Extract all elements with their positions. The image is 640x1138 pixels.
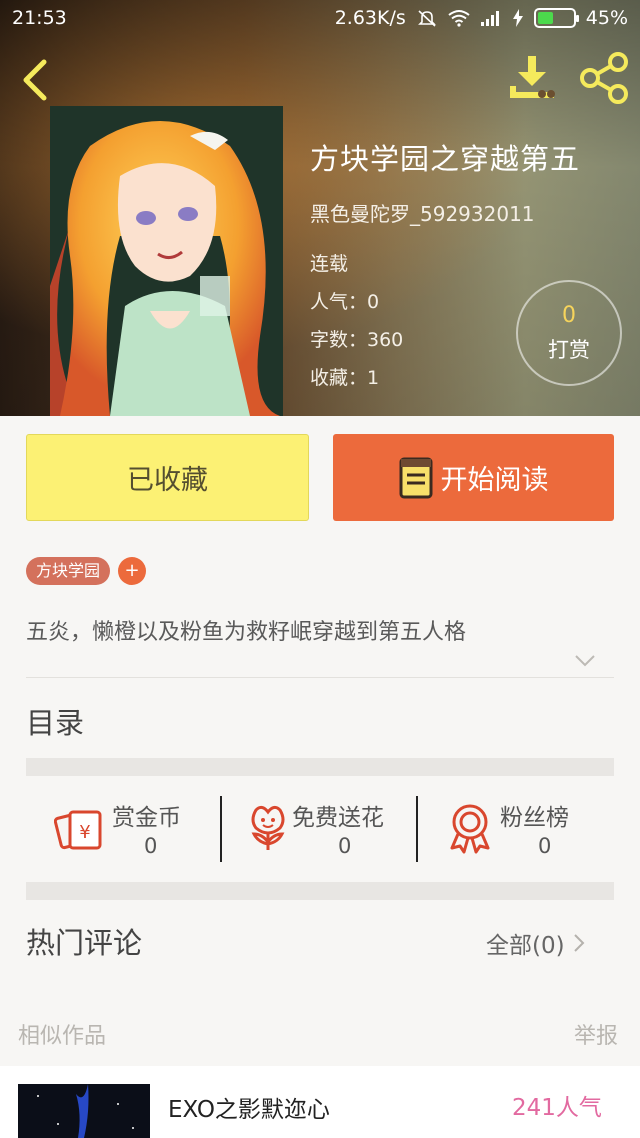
- signal-icon: [480, 11, 499, 26]
- mute-bell-icon: [417, 10, 436, 27]
- book-status: 连载: [310, 253, 349, 275]
- similar-cover-illustration: [18, 1084, 150, 1138]
- collected-button[interactable]: 已收藏: [26, 434, 309, 521]
- divider: [26, 677, 614, 678]
- chevron-right-icon: [573, 934, 585, 952]
- download-icon[interactable]: [506, 52, 558, 102]
- reward-stats: ¥ 赏金币 0 免费送花 0 粉丝榜 0: [26, 794, 614, 862]
- book-hero-header: 21:53 2.63K/s 45% 方块学园之穿越第五 黑色曼陀罗_592932…: [0, 0, 640, 416]
- stat-coins[interactable]: ¥ 赏金币 0: [26, 794, 222, 862]
- stat-fans[interactable]: 粉丝榜 0: [418, 794, 614, 862]
- chevron-down-icon[interactable]: [574, 654, 596, 668]
- start-reading-label: 开始阅读: [440, 465, 549, 496]
- ribbon-award-icon: [450, 804, 490, 854]
- charging-icon: [512, 9, 523, 27]
- all-comments-label: 全部(0): [486, 933, 565, 959]
- start-reading-button[interactable]: 开始阅读: [333, 434, 614, 521]
- wifi-icon: [448, 10, 470, 27]
- report-button[interactable]: 举报: [574, 1018, 618, 1050]
- back-arrow-icon[interactable]: [14, 54, 54, 102]
- section-separator: [26, 882, 614, 900]
- all-comments-link[interactable]: 全部(0): [486, 926, 585, 960]
- similar-work-title: EXO之影默迩心: [168, 1097, 330, 1123]
- similar-works-title: 相似作品: [18, 1024, 107, 1049]
- stat-flowers-label: 免费送花: [292, 805, 384, 831]
- book-author[interactable]: 黑色曼陀罗_592932011: [310, 198, 580, 227]
- tip-count: 0: [562, 303, 576, 328]
- book-title: 方块学园之穿越第五: [310, 142, 581, 176]
- stat-flowers[interactable]: 免费送花 0: [222, 794, 418, 862]
- stat-fans-label: 粉丝榜: [500, 805, 569, 831]
- section-separator: [26, 758, 614, 776]
- book-synopsis: 五炎，懒橙以及粉鱼为救籽岷穿越到第五人格: [26, 620, 467, 645]
- book-icon: [399, 457, 432, 498]
- stat-coins-label: 赏金币: [112, 805, 181, 831]
- tip-label: 打赏: [548, 338, 590, 362]
- status-bar: 21:53 2.63K/s 45%: [0, 0, 640, 36]
- battery-icon: [533, 8, 579, 28]
- network-speed: 2.63K/s: [334, 7, 406, 29]
- stat-coins-value: 0: [144, 834, 158, 858]
- book-cover-image[interactable]: [50, 106, 283, 416]
- hot-comments-title: 热门评论: [26, 926, 143, 960]
- collected-label: 已收藏: [127, 465, 208, 496]
- similar-work-item[interactable]: EXO之影默迩心 241人气: [0, 1066, 640, 1138]
- tag-list: 方块学园 +: [26, 557, 147, 585]
- share-icon[interactable]: [578, 52, 632, 104]
- coin-envelope-icon: ¥: [54, 810, 102, 850]
- stat-fans-value: 0: [538, 834, 552, 858]
- flower-icon: [251, 805, 285, 850]
- svg-text:¥: ¥: [79, 822, 90, 843]
- table-of-contents-title[interactable]: 目录: [26, 700, 84, 742]
- status-time: 21:53: [12, 7, 67, 29]
- similar-work-popularity: 241人气: [512, 1095, 602, 1121]
- battery-percent: 45%: [585, 7, 628, 29]
- tip-button[interactable]: 0 打赏: [516, 280, 622, 386]
- add-tag-button[interactable]: +: [118, 557, 147, 585]
- similar-work-cover: [18, 1084, 150, 1138]
- tag-chip[interactable]: 方块学园: [26, 557, 111, 585]
- stat-flowers-value: 0: [338, 834, 352, 858]
- cover-illustration: [50, 106, 283, 416]
